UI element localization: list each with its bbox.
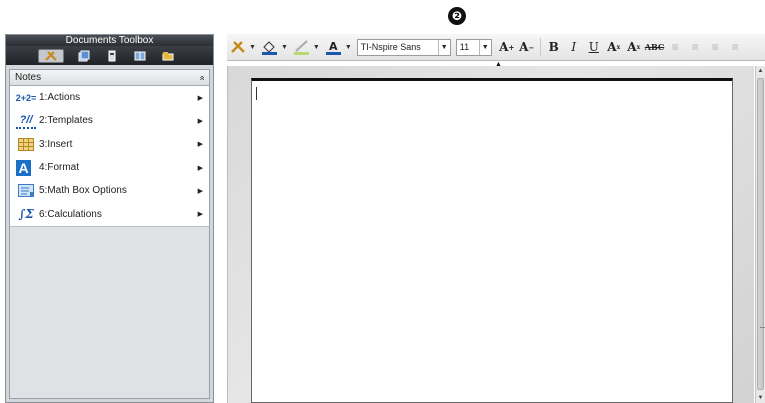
actions-icon: 2+2= bbox=[15, 92, 37, 103]
menu-item-calculations[interactable]: ∫Σ 6:Calculations ▶ bbox=[10, 202, 209, 225]
increase-font-size-button[interactable]: A + bbox=[498, 37, 516, 57]
submenu-arrow-icon: ▶ bbox=[197, 141, 203, 149]
superscript-label: A bbox=[607, 40, 617, 54]
scroll-down-icon[interactable]: ▼ bbox=[756, 393, 765, 403]
library-icon[interactable] bbox=[132, 49, 148, 63]
submenu-arrow-icon: ▶ bbox=[197, 187, 203, 195]
menu-item-insert[interactable]: 3:Insert ▶ bbox=[10, 133, 209, 156]
strikethrough-button[interactable]: ABC bbox=[645, 37, 664, 57]
tools-dropdown-arrow-icon[interactable]: ▼ bbox=[249, 44, 256, 51]
scrollbar-grip-icon bbox=[760, 327, 765, 328]
menu-item-label: 3:Insert bbox=[39, 138, 73, 150]
scrollbar-thumb[interactable] bbox=[757, 78, 765, 390]
fill-color-icon bbox=[261, 41, 277, 55]
calculations-icon: ∫Σ bbox=[18, 207, 34, 222]
chevron-down-icon: ▼ bbox=[478, 39, 491, 55]
content-explorer-icon[interactable] bbox=[160, 49, 176, 63]
line-color-dropdown-arrow-icon[interactable]: ▼ bbox=[313, 44, 320, 51]
toolbox-tabs bbox=[6, 46, 213, 65]
vertical-scrollbar[interactable]: ▲ ▼ bbox=[755, 66, 765, 403]
subscript-label: A bbox=[627, 40, 637, 54]
menu-item-templates[interactable]: ?// 2:Templates ▶ bbox=[10, 109, 209, 132]
variables-icon[interactable] bbox=[104, 49, 120, 63]
align-center-button[interactable]: ≡ bbox=[686, 37, 704, 57]
align-justify-button[interactable]: ≡ bbox=[726, 37, 744, 57]
decrease-font-size-button[interactable]: A − bbox=[518, 37, 536, 57]
font-size-value: 11 bbox=[459, 42, 470, 52]
text-color-dropdown-arrow-icon[interactable]: ▼ bbox=[345, 44, 352, 51]
notes-page[interactable] bbox=[251, 78, 733, 403]
collapse-panel-icon[interactable]: » bbox=[196, 75, 206, 80]
line-color-icon bbox=[293, 40, 309, 55]
menu-item-format[interactable]: A 4:Format ▶ bbox=[10, 156, 209, 179]
menu-item-label: 2:Templates bbox=[39, 115, 93, 127]
increase-font-label: A bbox=[499, 40, 509, 54]
subscript-button[interactable]: Ax bbox=[625, 37, 643, 57]
chevron-down-icon: ▼ bbox=[437, 39, 450, 55]
tools-menu-button[interactable] bbox=[229, 37, 247, 57]
toolbar-divider bbox=[539, 38, 541, 56]
font-family-select[interactable]: TI-Nspire Sans ▼ bbox=[356, 38, 451, 56]
italic-button[interactable]: I bbox=[565, 37, 583, 57]
align-left-button[interactable]: ≡ bbox=[666, 37, 684, 57]
templates-icon: ?// bbox=[16, 113, 36, 129]
notes-panel-title: Notes bbox=[15, 72, 42, 83]
documents-toolbox: Documents Toolbox Notes » 2+2= 1:Actions… bbox=[5, 34, 214, 403]
menu-item-label: 5:Math Box Options bbox=[39, 185, 127, 197]
math-box-icon bbox=[16, 183, 36, 199]
notes-panel: Notes » 2+2= 1:Actions ▶ ?// 2:Templates… bbox=[9, 69, 210, 399]
decrease-font-label: A bbox=[519, 40, 529, 54]
fill-color-dropdown-arrow-icon[interactable]: ▼ bbox=[281, 44, 288, 51]
submenu-arrow-icon: ▶ bbox=[197, 94, 203, 102]
notes-menu: 2+2= 1:Actions ▶ ?// 2:Templates ▶ 3:Ins… bbox=[10, 86, 209, 227]
callout-2: ❷ bbox=[448, 7, 466, 25]
menu-item-actions[interactable]: 2+2= 1:Actions ▶ bbox=[10, 86, 209, 109]
svg-text:A: A bbox=[329, 40, 338, 53]
format-icon: A bbox=[16, 159, 31, 176]
font-family-value: TI-Nspire Sans bbox=[360, 42, 421, 52]
app-root: ❷ ❶ ❸ Documents Toolbox Notes » bbox=[0, 0, 765, 403]
document-workspace bbox=[227, 66, 754, 403]
menu-item-label: 6:Calculations bbox=[39, 208, 102, 220]
submenu-arrow-icon: ▶ bbox=[197, 211, 203, 219]
insert-icon bbox=[16, 136, 36, 152]
font-size-select[interactable]: 11 ▼ bbox=[455, 38, 492, 56]
toolbox-title: Documents Toolbox bbox=[6, 35, 213, 46]
format-toolbar: ▼ ▼ ▼ A ▼ TI-Nspire Sans ▼ 11 ▼ A + A − B … bbox=[227, 34, 765, 61]
menu-item-label: 1:Actions bbox=[39, 92, 81, 104]
pages-icon[interactable] bbox=[76, 49, 92, 63]
tools-icon bbox=[231, 41, 245, 53]
line-color-button[interactable] bbox=[293, 37, 311, 57]
menu-item-label: 4:Format bbox=[39, 162, 80, 174]
submenu-arrow-icon: ▶ bbox=[197, 117, 203, 125]
align-right-button[interactable]: ≡ bbox=[706, 37, 724, 57]
scroll-up-icon[interactable]: ▲ bbox=[756, 66, 765, 76]
notes-panel-header[interactable]: Notes » bbox=[10, 70, 209, 86]
text-cursor bbox=[256, 87, 257, 100]
fill-color-button[interactable] bbox=[261, 37, 279, 57]
bold-button[interactable]: B bbox=[545, 37, 563, 57]
text-color-icon: A bbox=[325, 40, 341, 55]
menu-item-math-box-options[interactable]: 5:Math Box Options ▶ bbox=[10, 179, 209, 202]
text-color-button[interactable]: A bbox=[325, 37, 343, 57]
underline-button[interactable]: U bbox=[585, 37, 603, 57]
tools-icon[interactable] bbox=[38, 48, 64, 63]
superscript-button[interactable]: Ax bbox=[605, 37, 623, 57]
submenu-arrow-icon: ▶ bbox=[197, 164, 203, 172]
